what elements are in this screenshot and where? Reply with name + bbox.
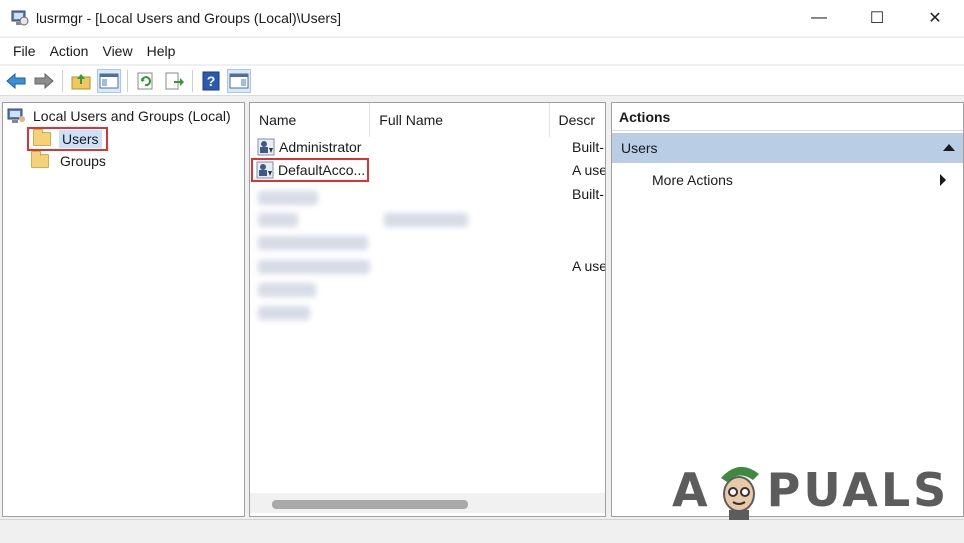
console-tree: Local Users and Groups (Local) Users Gro… xyxy=(2,102,245,517)
mascot-icon xyxy=(713,460,765,520)
blurred-entry xyxy=(258,191,318,205)
actions-header: Actions xyxy=(612,103,963,131)
close-button[interactable]: ✕ xyxy=(906,0,964,36)
menu-bar: File Action View Help xyxy=(0,38,964,64)
horizontal-scrollbar[interactable] xyxy=(250,493,605,513)
blurred-entry xyxy=(258,213,298,227)
table-row[interactable]: DefaultAcco... A use xyxy=(250,158,606,182)
toolbar: ? xyxy=(0,66,964,96)
column-header-name[interactable]: Name xyxy=(250,103,371,137)
user-description: A use xyxy=(572,258,606,274)
tree-node-label: Users xyxy=(59,130,102,148)
minimize-button[interactable]: — xyxy=(790,0,848,36)
watermark-text-right: PUALS xyxy=(766,463,950,517)
blurred-entry xyxy=(258,283,316,297)
menu-view[interactable]: View xyxy=(95,43,139,59)
svg-text:?: ? xyxy=(207,73,216,89)
tree-root-label: Local Users and Groups (Local) xyxy=(33,108,231,124)
blurred-entry xyxy=(258,236,368,250)
blurred-entry xyxy=(258,306,310,320)
more-actions-item[interactable]: More Actions xyxy=(652,169,952,191)
up-one-level-button[interactable] xyxy=(69,69,93,93)
tree-node-groups[interactable]: Groups xyxy=(31,151,109,170)
user-name: Administrator xyxy=(279,139,362,155)
toolbar-separator xyxy=(192,69,193,92)
submenu-arrow-icon xyxy=(940,174,946,186)
user-description: Built- xyxy=(572,139,604,155)
folder-icon xyxy=(33,129,51,146)
column-headers: Name Full Name Descr xyxy=(250,103,605,137)
actions-section-label: Users xyxy=(621,140,658,156)
computer-users-icon xyxy=(7,108,25,123)
back-button[interactable] xyxy=(4,69,28,93)
help-icon: ? xyxy=(202,71,220,90)
action-pane-icon xyxy=(229,73,249,88)
column-header-description[interactable]: Descr xyxy=(550,103,605,137)
tree-node-label: Groups xyxy=(60,153,106,169)
show-hide-tree-icon xyxy=(99,73,119,88)
computer-management-icon xyxy=(10,8,30,28)
user-name: DefaultAcco... xyxy=(278,162,366,178)
export-list-icon xyxy=(165,72,184,89)
scrollbar-thumb[interactable] xyxy=(272,500,468,509)
user-account-icon xyxy=(257,138,275,156)
menu-help[interactable]: Help xyxy=(140,43,183,59)
user-description: Built- xyxy=(572,186,604,202)
forward-button[interactable] xyxy=(32,69,56,93)
blurred-entry xyxy=(258,260,370,274)
toolbar-separator xyxy=(62,69,63,92)
table-row[interactable]: Administrator Built- xyxy=(250,136,605,158)
column-header-full-name[interactable]: Full Name xyxy=(370,103,550,137)
tree-node-users[interactable]: Users xyxy=(27,127,108,151)
refresh-button[interactable] xyxy=(134,69,158,93)
up-folder-icon xyxy=(71,73,91,89)
appuals-watermark: A PUALS xyxy=(672,455,949,525)
toolbar-separator xyxy=(127,69,128,92)
user-account-icon xyxy=(256,161,274,179)
forward-arrow-icon xyxy=(34,72,54,89)
action-pane-button[interactable] xyxy=(227,68,251,93)
highlight-box: DefaultAcco... xyxy=(251,158,370,182)
export-list-button[interactable] xyxy=(162,69,186,93)
menu-file[interactable]: File xyxy=(6,43,43,59)
menu-action[interactable]: Action xyxy=(43,43,96,59)
user-description: A use xyxy=(572,162,606,178)
tree-root-local-users-groups[interactable]: Local Users and Groups (Local) xyxy=(7,107,231,125)
refresh-icon xyxy=(137,72,153,89)
users-list-view: Name Full Name Descr Administrator Built… xyxy=(249,102,606,517)
window-title: lusrmgr - [Local Users and Groups (Local… xyxy=(36,10,341,26)
show-hide-tree-button[interactable] xyxy=(97,68,121,93)
folder-icon xyxy=(31,151,49,168)
help-button[interactable]: ? xyxy=(199,69,223,93)
title-bar: lusrmgr - [Local Users and Groups (Local… xyxy=(0,0,964,36)
collapse-caret-icon[interactable] xyxy=(943,144,955,151)
more-actions-label: More Actions xyxy=(652,172,733,188)
blurred-entry xyxy=(384,213,468,227)
actions-section-users[interactable]: Users xyxy=(612,133,963,163)
back-arrow-icon xyxy=(6,72,26,89)
watermark-text-left: A xyxy=(672,463,711,517)
maximize-button[interactable]: ☐ xyxy=(848,0,906,36)
